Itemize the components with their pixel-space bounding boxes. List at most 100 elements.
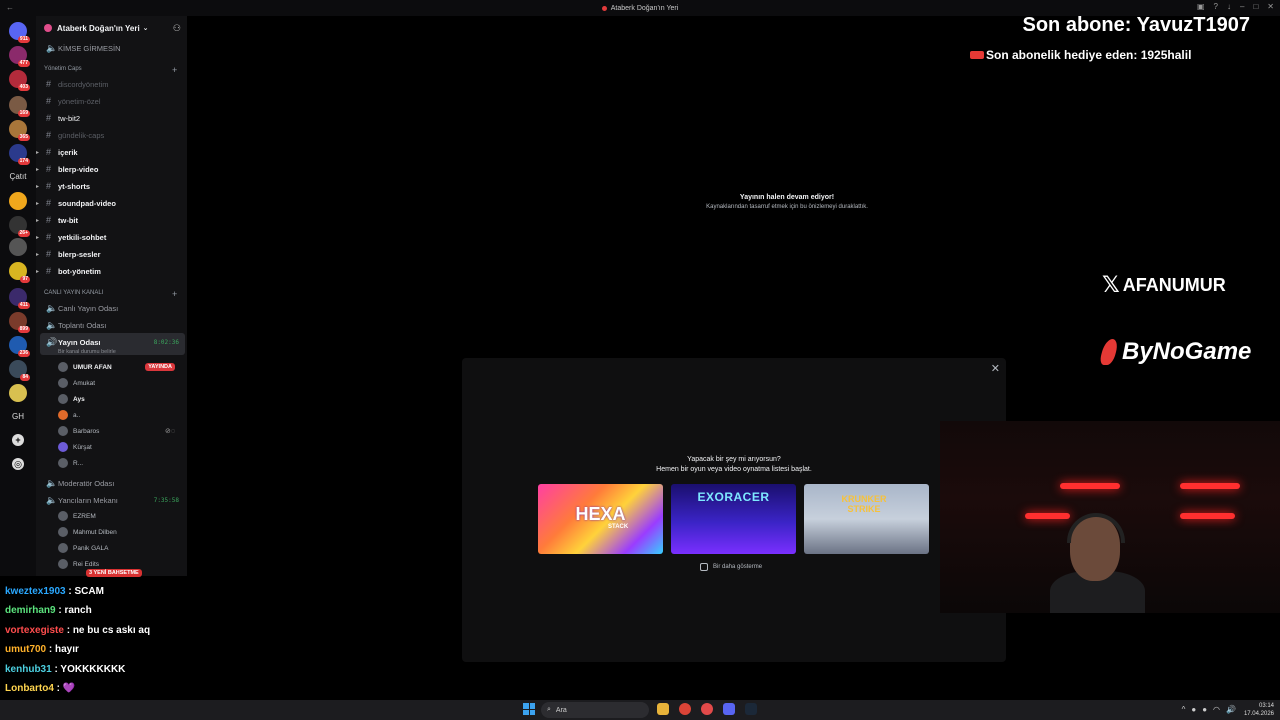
invite-icon[interactable]: ⚇ — [173, 23, 181, 34]
chat-message: demirhan9 : ranch — [5, 605, 92, 616]
last-gifter: Son abonelik hediye eden: 1925halil — [970, 48, 1191, 62]
chat-message: umut700 : hayır — [5, 644, 79, 655]
chevron-up-icon[interactable]: ^ — [1182, 705, 1186, 714]
voice-channel-canli[interactable]: 🔈 Canlı Yayın Odası — [36, 300, 187, 316]
tray-app-icon[interactable]: ● — [1202, 705, 1207, 714]
chevron-down-icon: ⌄ — [142, 25, 149, 32]
modal-subtitle: Hemen bir oyun veya video oynatma listes… — [656, 466, 812, 473]
game-card-krunker[interactable]: KRUNKER STRIKE — [804, 484, 929, 554]
app-icon[interactable] — [701, 703, 713, 715]
chrome-icon[interactable] — [679, 703, 691, 715]
taskbar-clock[interactable]: 03:14 17.04.2026 — [1244, 702, 1274, 718]
close-window-icon[interactable]: ✕ — [1267, 2, 1274, 11]
user-name: Kürşat — [73, 443, 92, 451]
server-icon[interactable] — [9, 238, 27, 256]
discover-icon[interactable]: ◎ — [12, 458, 24, 470]
channel-item[interactable]: ▸ # tw-bit — [36, 212, 187, 228]
paused-title: Yayının halen devam ediyor! — [739, 194, 835, 201]
volume-icon[interactable]: 🔊 — [1226, 705, 1236, 714]
voice-user[interactable]: EZREM — [58, 509, 183, 523]
led-light — [1180, 513, 1235, 519]
channel-item[interactable]: ▸ # blerp-video — [36, 161, 187, 177]
sponsor-logo: ByNoGame — [1098, 338, 1251, 366]
speaker-active-icon: 🔊 — [46, 336, 58, 347]
x-handle-text: AFANUMUR — [1122, 274, 1226, 295]
voice-user[interactable]: Mahmut Dilben — [58, 525, 183, 539]
channel-status[interactable]: Bir kanal durumu belirle — [58, 349, 116, 355]
tray-app-icon[interactable]: ● — [1191, 705, 1196, 714]
add-server-icon[interactable]: + — [12, 434, 24, 446]
server-icon[interactable]: 403 — [9, 70, 30, 91]
close-icon[interactable]: ✕ — [991, 362, 1000, 375]
add-channel-icon[interactable]: + — [172, 65, 177, 75]
gift-icon — [970, 51, 984, 59]
server-icon[interactable]: 899 — [9, 312, 30, 333]
server-icon[interactable]: 26+ — [9, 216, 30, 237]
channel-label: yt-shorts — [58, 181, 91, 191]
server-icon[interactable]: 411 — [9, 288, 30, 309]
windows-start-icon[interactable] — [523, 703, 535, 715]
channel-item[interactable]: ▸ # yetkili-sohbet — [36, 229, 187, 245]
server-icon[interactable]: 84 — [9, 360, 30, 381]
minimize-icon[interactable]: – — [1240, 2, 1244, 11]
voice-user[interactable]: Kürşat — [58, 440, 183, 454]
channel-item[interactable]: # yönetim-özel — [36, 93, 187, 109]
game-card-hexa[interactable]: HEXA STACK — [538, 484, 663, 554]
server-folder-label[interactable]: GH — [0, 412, 36, 421]
steam-icon[interactable] — [745, 703, 757, 715]
user-name: Panik GALA — [73, 544, 109, 552]
taskbar-search[interactable]: ⌕ Ara — [541, 702, 649, 718]
server-icon[interactable]: 911 — [9, 22, 30, 43]
file-explorer-icon[interactable] — [657, 703, 669, 715]
channel-item[interactable]: ▸ # yt-shorts — [36, 178, 187, 194]
voice-user[interactable]: UMUR AFAN YAYINDA — [58, 360, 183, 374]
download-icon[interactable]: ↓ — [1227, 2, 1231, 11]
hash-icon: # — [46, 79, 52, 89]
voice-user[interactable]: a.. — [58, 408, 183, 422]
server-icon[interactable] — [9, 384, 27, 402]
maximize-icon[interactable]: □ — [1253, 2, 1258, 11]
inbox-icon[interactable]: ▣ — [1197, 2, 1205, 11]
add-channel-icon[interactable]: + — [172, 289, 177, 299]
server-icon[interactable]: 169 — [9, 96, 30, 117]
checkbox[interactable] — [700, 563, 708, 571]
channel-item[interactable]: ▸ # blerp-sesler — [36, 246, 187, 262]
server-icon[interactable]: 236 — [9, 336, 30, 357]
server-icon[interactable]: 174 — [9, 144, 30, 165]
wifi-icon[interactable]: ◠ — [1213, 705, 1220, 714]
server-icon[interactable]: 365 — [9, 120, 30, 141]
channel-item[interactable]: # gündelik-caps — [36, 127, 187, 143]
channel-item[interactable]: # tw-bit2 — [36, 110, 187, 126]
server-icon[interactable]: 97 — [9, 262, 30, 283]
channel-label: yönetim-özel — [58, 96, 101, 106]
dont-show-again[interactable]: Bir daha gösterme — [700, 563, 762, 571]
server-icon[interactable]: 477 — [9, 46, 30, 67]
voice-channel-yancilar[interactable]: 🔈 Yancıların Mekanı 7:35:58 — [36, 492, 187, 508]
voice-channel-kimse[interactable]: 🔈 KİMSE GİRMESİN — [36, 40, 187, 56]
back-arrow-icon[interactable]: ← — [6, 3, 14, 12]
voice-user[interactable]: R... — [58, 456, 183, 470]
category-live[interactable]: CANLI YAYIN KANALI + — [44, 289, 177, 299]
clock-date: 17.04.2026 — [1243, 711, 1274, 717]
game-card-exoracer[interactable]: EXORACER — [671, 484, 796, 554]
voice-user[interactable]: Amukat — [58, 376, 183, 390]
voice-channel-toplanti[interactable]: 🔈 Toplantı Odası — [36, 317, 187, 333]
server-header[interactable]: Ataberk Doğan'ın Yeri ⌄ ⚇ — [36, 16, 187, 40]
channel-label: blerp-video — [58, 164, 99, 174]
unread-badge: 236 — [17, 350, 30, 357]
channel-item[interactable]: ▸ # soundpad-video — [36, 195, 187, 211]
voice-user[interactable]: Barbaros ⊘◌ — [58, 424, 183, 438]
channel-item[interactable]: ▸ # içerik — [36, 144, 187, 160]
voice-channel-moderator[interactable]: 🔈 Moderatör Odası — [36, 475, 187, 491]
channel-item[interactable]: ▸ # bot-yönetim — [36, 263, 187, 279]
server-folder-label[interactable]: Çatıt — [0, 172, 36, 181]
discord-icon[interactable] — [723, 703, 735, 715]
channel-item[interactable]: # discordyönetim — [36, 76, 187, 92]
help-icon[interactable]: ? — [1214, 2, 1218, 11]
voice-user[interactable]: Ays — [58, 392, 183, 406]
avatar — [58, 410, 68, 420]
voice-user[interactable]: Panik GALA — [58, 541, 183, 555]
category-management[interactable]: Yönetim Caps + — [44, 65, 177, 75]
server-icon[interactable] — [9, 192, 27, 210]
voice-channel-yayin[interactable]: 🔊 Yayın Odası 8:02:36 — [36, 334, 187, 350]
